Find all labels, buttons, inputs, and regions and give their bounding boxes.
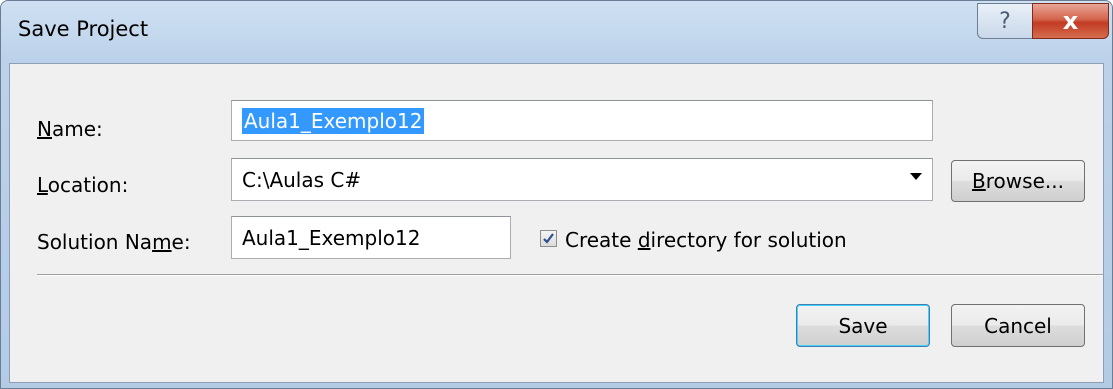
solution-name-input-value: Aula1_Exemplo12 — [242, 225, 421, 250]
create-directory-checkbox[interactable] — [540, 230, 557, 247]
location-combobox[interactable]: C:\Aulas C# — [231, 158, 933, 201]
close-icon: x — [1062, 7, 1079, 35]
location-label: Location: — [37, 173, 129, 197]
save-project-dialog: Save Project ? x Name: Aula1_Exemplo12 L… — [0, 0, 1113, 389]
save-button-label: Save — [838, 313, 888, 338]
name-input-value: Aula1_Exemplo12 — [242, 107, 425, 134]
browse-button[interactable]: Browse... — [951, 160, 1085, 202]
name-label: Name: — [37, 117, 103, 141]
dropdown-arrow-icon[interactable] — [910, 173, 922, 180]
close-button[interactable]: x — [1032, 3, 1109, 39]
location-combobox-value: C:\Aulas C# — [242, 167, 362, 192]
help-button[interactable]: ? — [977, 3, 1033, 39]
dialog-title: Save Project — [18, 17, 149, 41]
title-bar[interactable]: Save Project ? x — [1, 1, 1112, 63]
cancel-button[interactable]: Cancel — [951, 304, 1085, 347]
create-directory-label[interactable]: Create directory for solution — [565, 228, 847, 252]
separator-line — [37, 274, 1103, 276]
dialog-body: Name: Aula1_Exemplo12 Location: C:\Aulas… — [9, 63, 1104, 383]
solution-name-input[interactable]: Aula1_Exemplo12 — [231, 216, 511, 259]
solution-name-label: Solution Name: — [37, 230, 191, 254]
browse-button-label: Browse... — [972, 169, 1064, 193]
save-button[interactable]: Save — [796, 304, 930, 347]
check-icon — [543, 233, 554, 244]
cancel-button-label: Cancel — [984, 313, 1052, 338]
name-input[interactable]: Aula1_Exemplo12 — [231, 100, 933, 141]
help-icon: ? — [999, 8, 1011, 34]
